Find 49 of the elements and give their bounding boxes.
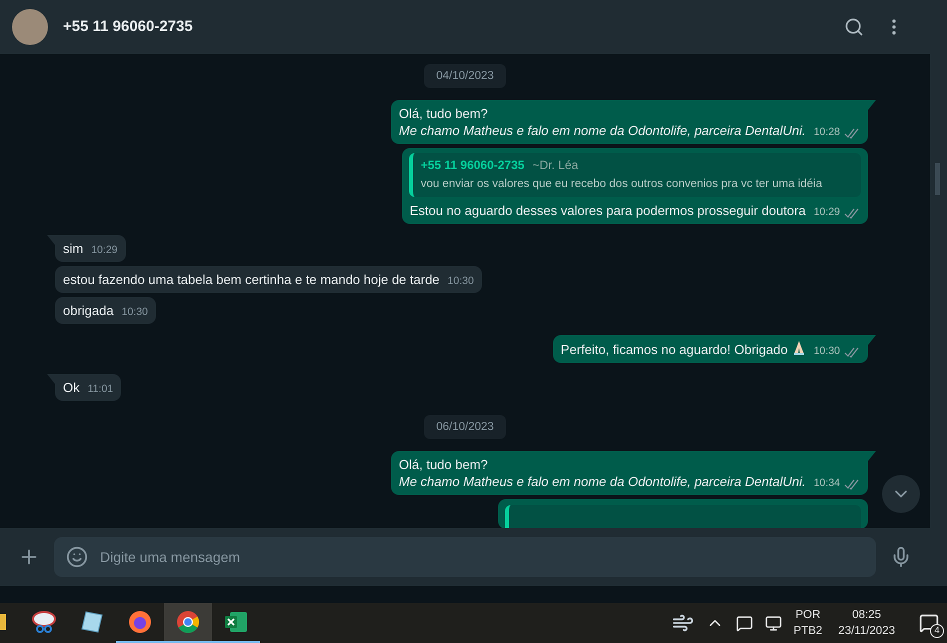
language-code: POR — [795, 608, 820, 623]
double-check-icon — [844, 346, 860, 358]
scrollbar-thumb[interactable] — [935, 163, 940, 195]
keyboard-layout: PTB2 — [794, 624, 822, 639]
quoted-author: +55 11 96060-2735 — [420, 157, 524, 174]
message-time: 10:29 — [91, 243, 118, 258]
message-text: Ok — [63, 379, 80, 396]
clock[interactable]: 08:25 23/11/2023 — [834, 607, 899, 639]
message-text: Me chamo Matheus e falo em nome da Odontolife, parceira DentalUni. — [398, 473, 806, 490]
clock-time: 08:25 — [852, 608, 882, 623]
message-time: 10:29 — [814, 205, 840, 220]
search-icon[interactable] — [844, 17, 864, 37]
message-text: Perfeito, ficamos no aguardo! Obrigado — [560, 340, 806, 358]
emoji-icon[interactable] — [66, 546, 88, 568]
spreadsheet-icon[interactable] — [224, 610, 248, 634]
weather-wind-icon[interactable] — [672, 612, 694, 634]
message-text: Olá, tudo bem? — [398, 105, 489, 122]
quoted-text: vou enviar os valores que eu recebo dos outros convenios pra vc ter uma idéia — [420, 177, 824, 192]
message-input[interactable]: Digite uma mensagem — [54, 537, 876, 577]
message-time: 10:30 — [122, 305, 148, 320]
folder-icon[interactable] — [0, 612, 6, 632]
chrome-icon[interactable] — [176, 610, 200, 634]
double-check-icon — [844, 478, 860, 490]
quoted-author-note: ~Dr. Léa — [532, 157, 578, 174]
message-time: 11:01 — [88, 382, 114, 398]
taskbar-app[interactable] — [164, 603, 212, 643]
notifications-icon[interactable] — [919, 613, 939, 633]
contact-name[interactable]: +55 11 96060-2735 — [63, 16, 193, 38]
avatar[interactable] — [12, 9, 48, 45]
scissors-icon[interactable] — [31, 609, 57, 635]
notification-count: 4 — [930, 624, 944, 638]
message-time: 10:30 — [448, 274, 474, 290]
message-text: obrigada — [63, 302, 114, 319]
message-text: Olá, tudo bem? — [398, 456, 489, 473]
network-icon[interactable] — [764, 614, 782, 632]
clock-date: 23/11/2023 — [838, 624, 895, 639]
message-text: Estou no aguardo desses valores para podermos prosseguir doutora — [410, 202, 806, 219]
notepad-icon[interactable] — [80, 610, 104, 634]
message-text: sim — [63, 240, 84, 257]
message-text: Me chamo Matheus e falo em nome da Odontolife, parceira DentalUni. — [398, 122, 806, 139]
language-indicator[interactable]: POR PTB2 — [794, 607, 822, 639]
double-check-icon — [844, 208, 860, 219]
message-time: 10:28 — [814, 125, 840, 140]
message-time: 10:34 — [814, 476, 840, 492]
message-text: estou fazendo uma tabela bem certinha e te mando hoje de tarde — [63, 271, 440, 288]
message-time: 10:30 — [814, 344, 840, 360]
message-field[interactable]: Digite uma mensagem — [100, 546, 864, 568]
firefox-icon[interactable] — [128, 610, 152, 634]
double-check-icon — [844, 128, 860, 139]
